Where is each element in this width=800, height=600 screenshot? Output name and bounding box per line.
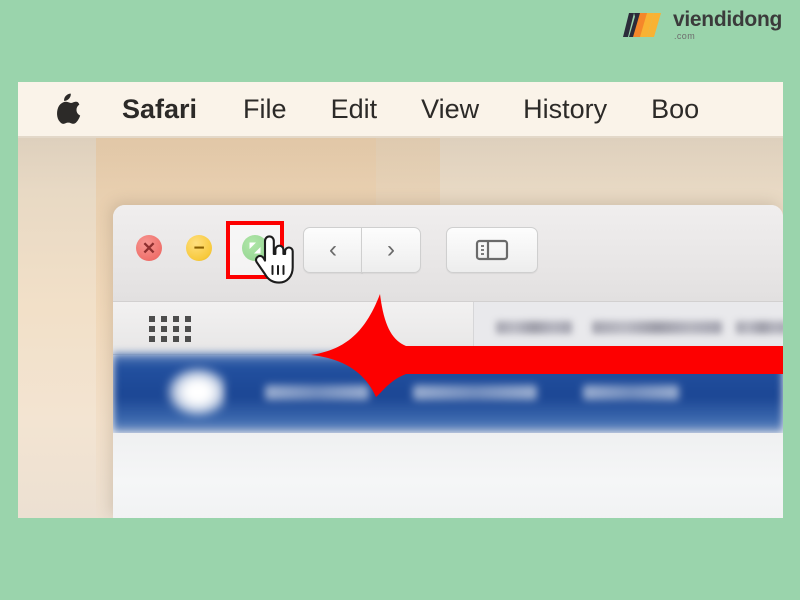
close-button[interactable]: ✕ xyxy=(136,235,162,261)
window-titlebar: ✕ − ‹ › xyxy=(113,205,783,302)
blurred-text xyxy=(413,385,537,400)
safari-window: ✕ − ‹ › xyxy=(113,205,783,518)
menu-item-file[interactable]: File xyxy=(243,94,287,125)
grid-dot xyxy=(149,336,155,342)
selected-content-row[interactable] xyxy=(113,353,783,433)
grid-dot xyxy=(173,326,179,332)
blurred-bookmark-items[interactable] xyxy=(473,302,783,354)
menu-item-bookmarks[interactable]: Boo xyxy=(651,94,699,125)
back-button[interactable]: ‹ xyxy=(303,227,363,273)
grid-dot xyxy=(173,316,179,322)
page-content-area xyxy=(113,433,783,518)
menu-item-safari[interactable]: Safari xyxy=(122,94,197,125)
minimize-button[interactable]: − xyxy=(186,235,212,261)
grid-dot xyxy=(161,316,167,322)
blurred-text xyxy=(583,385,679,400)
sidebar-toggle-icon xyxy=(447,228,537,272)
blurred-text xyxy=(736,321,783,334)
bird-icon xyxy=(165,366,225,418)
maximize-highlight-box xyxy=(226,221,284,279)
grid-dot xyxy=(149,326,155,332)
forward-button[interactable]: › xyxy=(361,227,421,273)
embedded-screenshot: Safari File Edit View History Boo ✕ − ‹ … xyxy=(18,82,783,518)
menu-item-edit[interactable]: Edit xyxy=(331,94,378,125)
bookmarks-bar xyxy=(113,302,783,355)
brand-wordmark: viendidong .com xyxy=(673,9,782,41)
grid-dot xyxy=(161,326,167,332)
grid-dot xyxy=(185,336,191,342)
viendidong-logo-icon xyxy=(620,11,664,39)
menu-item-history[interactable]: History xyxy=(523,94,607,125)
grid-dot xyxy=(173,336,179,342)
grid-dot xyxy=(185,326,191,332)
grid-dot xyxy=(161,336,167,342)
favorites-grid-icon[interactable] xyxy=(149,316,193,342)
brand-suffix: .com xyxy=(674,31,696,41)
chevron-left-icon: ‹ xyxy=(329,236,337,263)
apple-logo-icon[interactable] xyxy=(56,93,82,125)
minimize-icon: − xyxy=(193,237,205,259)
menu-item-view[interactable]: View xyxy=(421,94,479,125)
brand-name: viendidong xyxy=(673,8,782,31)
macos-menu-bar: Safari File Edit View History Boo xyxy=(18,82,783,138)
close-icon: ✕ xyxy=(141,238,157,258)
page-canvas: viendidong .com Safari File Edit View Hi… xyxy=(0,0,800,600)
grid-dot xyxy=(149,316,155,322)
blurred-text xyxy=(496,321,572,334)
brand-watermark: viendidong .com xyxy=(620,6,782,44)
blurred-text xyxy=(265,385,369,400)
sidebar-toggle-button[interactable] xyxy=(446,227,538,273)
chevron-right-icon: › xyxy=(387,236,395,263)
grid-dot xyxy=(185,316,191,322)
blurred-text xyxy=(592,321,722,334)
